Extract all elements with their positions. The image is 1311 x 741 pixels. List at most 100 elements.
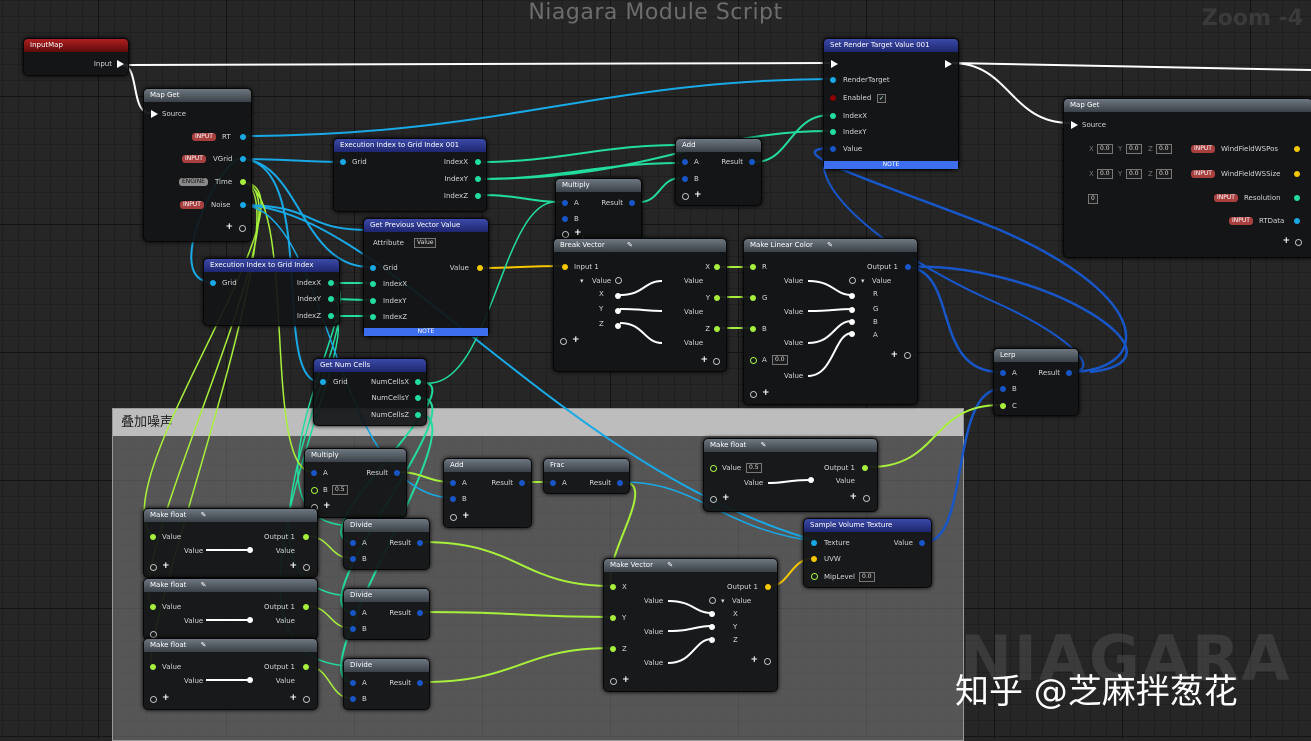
make-vector-z-pin[interactable] <box>610 646 616 652</box>
lerp-c-pin[interactable] <box>1000 403 1006 409</box>
exec-index-001-iz-pin[interactable] <box>475 193 481 199</box>
multiply-mid-a-pin[interactable] <box>311 470 317 476</box>
make-float-2-node[interactable]: Make float ✎ Value Value Output 1 Value <box>143 578 318 640</box>
make-float-top-add-out-icon[interactable] <box>863 495 870 502</box>
get-prev-note-bar[interactable]: NOTE <box>364 328 488 336</box>
set-rt-value-pin[interactable] <box>830 146 836 152</box>
get-prev-iy-pin[interactable] <box>370 298 376 304</box>
make-float-2-value-pin[interactable] <box>150 604 156 610</box>
make-vector-add-out-button[interactable]: + <box>750 656 758 665</box>
map-get-2-pos-x[interactable]: 0.0 <box>1097 144 1113 154</box>
input-map-exec-out-pin[interactable] <box>117 60 124 68</box>
map-get-add-pin-button[interactable]: + <box>225 223 233 232</box>
exec-index-ix-pin[interactable] <box>328 280 334 286</box>
make-vector-edit-icon[interactable]: ✎ <box>667 561 673 569</box>
map-get-noise-pin[interactable] <box>240 202 246 208</box>
make-linear-color-a-field[interactable]: 0.0 <box>772 355 788 365</box>
make-linear-color-add-out-button[interactable]: + <box>890 351 898 360</box>
break-vector-out-z-pin[interactable] <box>714 326 720 332</box>
get-prev-grid-pin[interactable] <box>370 265 376 271</box>
make-vector-node[interactable]: Make Vector ✎ X Y Z Value Value Value Ou… <box>603 558 778 692</box>
divide-1-result-pin[interactable] <box>417 540 423 546</box>
exec-index-grid-pin[interactable] <box>210 280 216 286</box>
break-vector-node[interactable]: Break Vector ✎ Input 1 ▾ Value X Y Z Val… <box>553 238 727 372</box>
multiply-mid-add-pin-button[interactable]: + <box>323 502 331 511</box>
map-get-2-add-pin-button[interactable]: + <box>1282 237 1290 246</box>
frac-result-pin[interactable] <box>617 480 623 486</box>
multiply-mid-b-pin[interactable] <box>311 487 318 494</box>
break-vector-expand-arrow[interactable]: ▾ <box>580 277 584 286</box>
make-linear-color-edit-icon[interactable]: ✎ <box>827 241 833 249</box>
break-vector-input-pin[interactable] <box>562 264 568 270</box>
sample-volume-mip-pin[interactable] <box>811 573 818 580</box>
exec-index-001-node[interactable]: Execution Index to Grid Index 001 Grid I… <box>333 138 487 212</box>
map-get-2-rtdata-pin[interactable] <box>1294 218 1300 224</box>
set-rt-enabled-pin[interactable] <box>830 95 836 101</box>
divide-3-result-pin[interactable] <box>417 680 423 686</box>
make-linear-color-a-pin[interactable] <box>750 357 757 364</box>
multiply-top-result-pin[interactable] <box>629 200 635 206</box>
break-vector-add-out-button[interactable]: + <box>700 356 708 365</box>
make-float-top-output-pin[interactable] <box>862 465 868 471</box>
get-num-cells-node[interactable]: Get Num Cells Grid NumCellsX NumCellsY N… <box>313 358 427 426</box>
exec-index-001-iy-pin[interactable] <box>475 176 481 182</box>
make-float-1-output-pin[interactable] <box>303 534 309 540</box>
make-linear-color-node[interactable]: Make Linear Color ✎ R G B A 0.0 Value Va… <box>743 238 918 405</box>
make-linear-color-add-pin-button[interactable]: + <box>762 389 770 398</box>
map-get-2-size-y[interactable]: 0.0 <box>1126 169 1142 179</box>
divide-3-node[interactable]: Divide A Result B <box>343 658 430 710</box>
map-get-exec-in-pin[interactable] <box>151 110 158 118</box>
make-vector-add-pin-button[interactable]: + <box>622 676 630 685</box>
make-float-1-add-out-button[interactable]: + <box>289 562 297 571</box>
map-get-node[interactable]: Map Get Source INPUT RT INPUT VGrid ENGI… <box>143 88 252 242</box>
map-get-2-size-z[interactable]: 0.0 <box>1156 169 1172 179</box>
make-linear-color-add-out-icon[interactable] <box>904 352 911 359</box>
make-float-1-value-pin[interactable] <box>150 534 156 540</box>
break-vector-edit-icon[interactable]: ✎ <box>627 241 633 249</box>
sample-volume-node[interactable]: Sample Volume Texture Texture Value UVW … <box>803 518 932 588</box>
add-mid-node[interactable]: Add A Result B + <box>443 458 532 528</box>
frac-node[interactable]: Frac A Result <box>543 458 630 494</box>
make-vector-add-pin-icon[interactable] <box>610 678 617 685</box>
make-float-2-output-pin[interactable] <box>303 604 309 610</box>
make-vector-add-out-icon[interactable] <box>764 658 771 665</box>
lerp-node[interactable]: Lerp A Result B C <box>993 348 1079 416</box>
map-get-2-exec-in-pin[interactable] <box>1071 121 1078 129</box>
frac-a-pin[interactable] <box>550 480 556 486</box>
make-linear-color-g-pin[interactable] <box>750 295 756 301</box>
lerp-a-pin[interactable] <box>1000 370 1006 376</box>
get-prev-vector-node[interactable]: Get Previous Vector Value Attribute Valu… <box>363 218 489 337</box>
set-rt-exec-out-pin[interactable] <box>945 60 952 68</box>
map-get-2-wspos-pin[interactable] <box>1294 146 1300 152</box>
multiply-top-a-pin[interactable] <box>562 200 568 206</box>
add-top-a-pin[interactable] <box>682 159 688 165</box>
make-vector-x-pin[interactable] <box>610 584 616 590</box>
set-rt-note-bar[interactable]: NOTE <box>824 161 958 169</box>
exec-index-001-ix-pin[interactable] <box>475 159 481 165</box>
sample-volume-value-pin[interactable] <box>919 540 925 546</box>
set-rt-ix-pin[interactable] <box>830 113 836 119</box>
input-map-node[interactable]: InputMap Input <box>23 38 129 76</box>
map-get-add-pin-icon[interactable] <box>239 225 246 232</box>
make-float-top-value-field[interactable]: 0.5 <box>746 463 762 473</box>
add-mid-add-pin-button[interactable]: + <box>462 512 470 521</box>
map-get-2-resolution-field[interactable]: 0 <box>1088 194 1098 204</box>
make-float-1-edit-icon[interactable]: ✎ <box>201 511 207 519</box>
divide-2-result-pin[interactable] <box>417 610 423 616</box>
divide-1-node[interactable]: Divide A Result B <box>343 518 430 570</box>
multiply-top-add-pin-icon[interactable] <box>562 231 569 238</box>
divide-2-a-pin[interactable] <box>350 610 356 616</box>
set-rt-iy-pin[interactable] <box>830 129 836 135</box>
make-float-top-value-pin[interactable] <box>710 465 717 472</box>
divide-3-b-pin[interactable] <box>350 696 356 702</box>
get-num-cells-z-pin[interactable] <box>415 412 421 418</box>
map-get-rt-pin[interactable] <box>240 134 246 140</box>
make-float-3-node[interactable]: Make float ✎ Value Value Output 1 Value … <box>143 638 318 710</box>
map-get-2-add-pin-icon[interactable] <box>1295 239 1302 246</box>
multiply-top-b-pin[interactable] <box>562 216 568 222</box>
exec-index-node[interactable]: Execution Index to Grid Index Grid Index… <box>203 258 340 326</box>
add-mid-b-pin[interactable] <box>450 496 456 502</box>
make-vector-y-pin[interactable] <box>610 615 616 621</box>
get-prev-attribute-field[interactable]: Value <box>414 238 437 248</box>
map-get-2-pos-y[interactable]: 0.0 <box>1126 144 1142 154</box>
